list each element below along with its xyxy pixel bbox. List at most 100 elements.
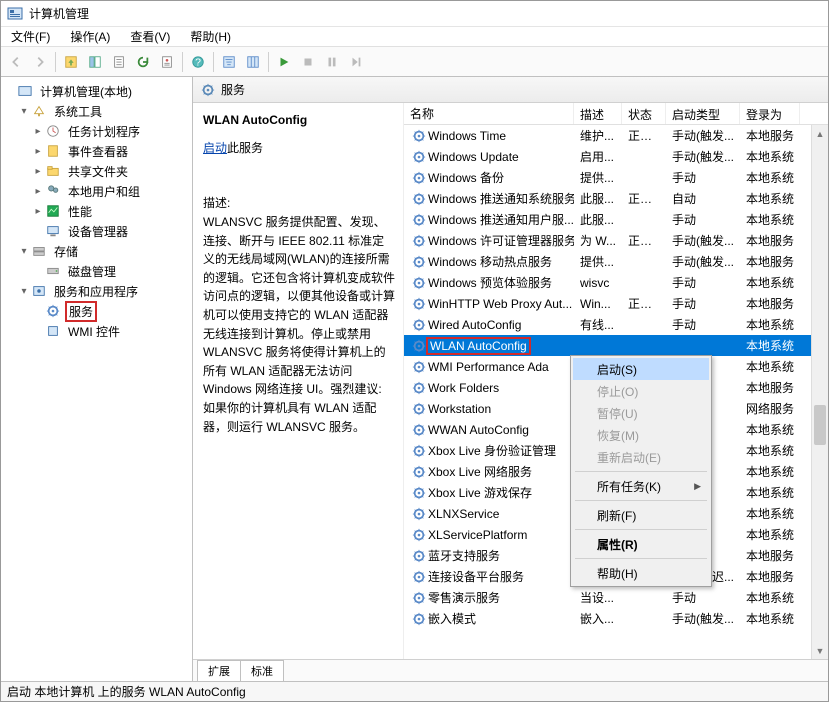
column-logon[interactable]: 登录为 [740, 103, 800, 124]
service-row[interactable]: Windows Update启用...手动(触发...本地系统 [404, 146, 828, 167]
ctx-resume: 恢复(M) [573, 424, 709, 446]
ctx-pause: 暂停(U) [573, 402, 709, 424]
service-name: Windows 移动热点服务 [428, 253, 552, 270]
tree-system-tools[interactable]: ▾系统工具 [3, 101, 190, 121]
service-startup: 手动 [666, 272, 740, 293]
show-hide-button[interactable] [84, 51, 106, 73]
service-icon [410, 150, 428, 164]
service-icon [410, 507, 428, 521]
service-status: 正在... [622, 125, 666, 146]
service-row[interactable]: 嵌入模式嵌入...手动(触发...本地系统 [404, 608, 828, 629]
service-icon [410, 255, 428, 269]
menu-view[interactable]: 查看(V) [124, 26, 176, 47]
ctx-all-tasks[interactable]: 所有任务(K)▶ [573, 475, 709, 497]
service-name: Windows 推送通知用户服... [428, 211, 574, 228]
scroll-down-icon[interactable]: ▼ [812, 642, 828, 659]
menu-action[interactable]: 操作(A) [64, 26, 116, 47]
service-row[interactable]: Wired AutoConfig有线...手动本地系统 [404, 314, 828, 335]
service-name: Wired AutoConfig [428, 318, 521, 332]
service-desc: 此服... [574, 188, 622, 209]
up-button[interactable] [60, 51, 82, 73]
tree-services[interactable]: 服务 [3, 301, 190, 321]
tree-device-manager[interactable]: 设备管理器 [3, 221, 190, 241]
scroll-up-icon[interactable]: ▲ [812, 125, 828, 142]
back-button[interactable] [5, 51, 27, 73]
scroll-thumb[interactable] [814, 405, 826, 445]
column-status[interactable]: 状态 [622, 103, 666, 124]
service-row[interactable]: Windows 移动热点服务提供...手动(触发...本地服务 [404, 251, 828, 272]
service-startup: 手动(触发... [666, 230, 740, 251]
column-startup[interactable]: 启动类型 [666, 103, 740, 124]
restart-service-button[interactable] [345, 51, 367, 73]
service-name: XLServicePlatform [428, 528, 527, 542]
export-button[interactable] [108, 51, 130, 73]
menu-help[interactable]: 帮助(H) [184, 26, 237, 47]
start-service-link[interactable]: 启动 [203, 141, 227, 155]
tree-services-apps[interactable]: ▾服务和应用程序 [3, 281, 190, 301]
status-bar: 启动 本地计算机 上的服务 WLAN AutoConfig [1, 681, 828, 701]
service-row[interactable]: Windows 许可证管理器服务为 W...正在...手动(触发...本地服务 [404, 230, 828, 251]
tree-storage[interactable]: ▾存储 [3, 241, 190, 261]
service-logon: 本地服务 [740, 566, 800, 587]
service-row[interactable]: WLAN AutoConfig本地系统 [404, 335, 828, 356]
tree-performance[interactable]: ▸性能 [3, 201, 190, 221]
service-name: Xbox Live 身份验证管理 [428, 442, 556, 459]
ctx-properties[interactable]: 属性(R) [573, 533, 709, 555]
vertical-scrollbar[interactable]: ▲ ▼ [811, 125, 828, 659]
service-logon: 本地系统 [740, 188, 800, 209]
service-logon: 本地服务 [740, 125, 800, 146]
column-name[interactable]: 名称 [404, 103, 574, 124]
service-row[interactable]: 零售演示服务当设...手动本地系统 [404, 587, 828, 608]
ctx-restart: 重新启动(E) [573, 446, 709, 468]
service-status [622, 617, 666, 621]
tree-shared-folders[interactable]: ▸共享文件夹 [3, 161, 190, 181]
service-logon: 本地系统 [740, 482, 800, 503]
service-row[interactable]: Windows 推送通知系统服务此服...正在...自动本地系统 [404, 188, 828, 209]
service-icon [410, 612, 428, 626]
filter-button[interactable] [218, 51, 240, 73]
toolbar-separator [213, 52, 214, 72]
service-startup: 手动 [666, 587, 740, 608]
service-desc: 提供... [574, 251, 622, 272]
help-button[interactable]: ? [187, 51, 209, 73]
service-row[interactable]: Windows 预览体验服务wisvc手动本地系统 [404, 272, 828, 293]
submenu-arrow-icon: ▶ [694, 481, 701, 492]
pause-service-button[interactable] [321, 51, 343, 73]
service-logon: 本地服务 [740, 230, 800, 251]
service-logon: 本地系统 [740, 587, 800, 608]
service-desc: 当设... [574, 587, 622, 608]
ctx-refresh[interactable]: 刷新(F) [573, 504, 709, 526]
tree-wmi[interactable]: WMI 控件 [3, 321, 190, 341]
tree-local-users[interactable]: ▸本地用户和组 [3, 181, 190, 201]
refresh-button[interactable] [132, 51, 154, 73]
menu-file[interactable]: 文件(F) [5, 26, 56, 47]
svg-text:?: ? [195, 56, 201, 68]
ctx-help[interactable]: 帮助(H) [573, 562, 709, 584]
columns-button[interactable] [242, 51, 264, 73]
column-desc[interactable]: 描述 [574, 103, 622, 124]
service-row[interactable]: Windows Time维护...正在...手动(触发...本地服务 [404, 125, 828, 146]
service-name: Windows Update [428, 150, 519, 164]
tree-task-scheduler[interactable]: ▸任务计划程序 [3, 121, 190, 141]
service-icon [410, 444, 428, 458]
properties-button[interactable] [156, 51, 178, 73]
service-row[interactable]: Windows 备份提供...手动本地系统 [404, 167, 828, 188]
forward-button[interactable] [29, 51, 51, 73]
tab-extended[interactable]: 扩展 [197, 660, 241, 681]
description-text: WLANSVC 服务提供配置、发现、连接、断开与 IEEE 802.11 标准定… [203, 213, 395, 436]
service-status [622, 218, 666, 222]
tree-event-viewer[interactable]: ▸事件查看器 [3, 141, 190, 161]
start-service-button[interactable] [273, 51, 295, 73]
navigation-tree[interactable]: 计算机管理(本地) ▾系统工具 ▸任务计划程序 ▸事件查看器 ▸共享文件夹 ▸本… [1, 77, 193, 681]
ctx-start[interactable]: 启动(S) [573, 358, 709, 380]
tab-standard[interactable]: 标准 [240, 660, 284, 681]
tree-root[interactable]: 计算机管理(本地) [3, 81, 190, 101]
stop-service-button[interactable] [297, 51, 319, 73]
service-row[interactable]: Windows 推送通知用户服...此服...手动本地系统 [404, 209, 828, 230]
service-row[interactable]: WinHTTP Web Proxy Aut...Win...正在...手动本地服… [404, 293, 828, 314]
service-icon [410, 402, 428, 416]
ctx-separator [575, 558, 707, 559]
service-startup: 自动 [666, 188, 740, 209]
service-startup: 手动(触发... [666, 608, 740, 629]
tree-disk-management[interactable]: 磁盘管理 [3, 261, 190, 281]
